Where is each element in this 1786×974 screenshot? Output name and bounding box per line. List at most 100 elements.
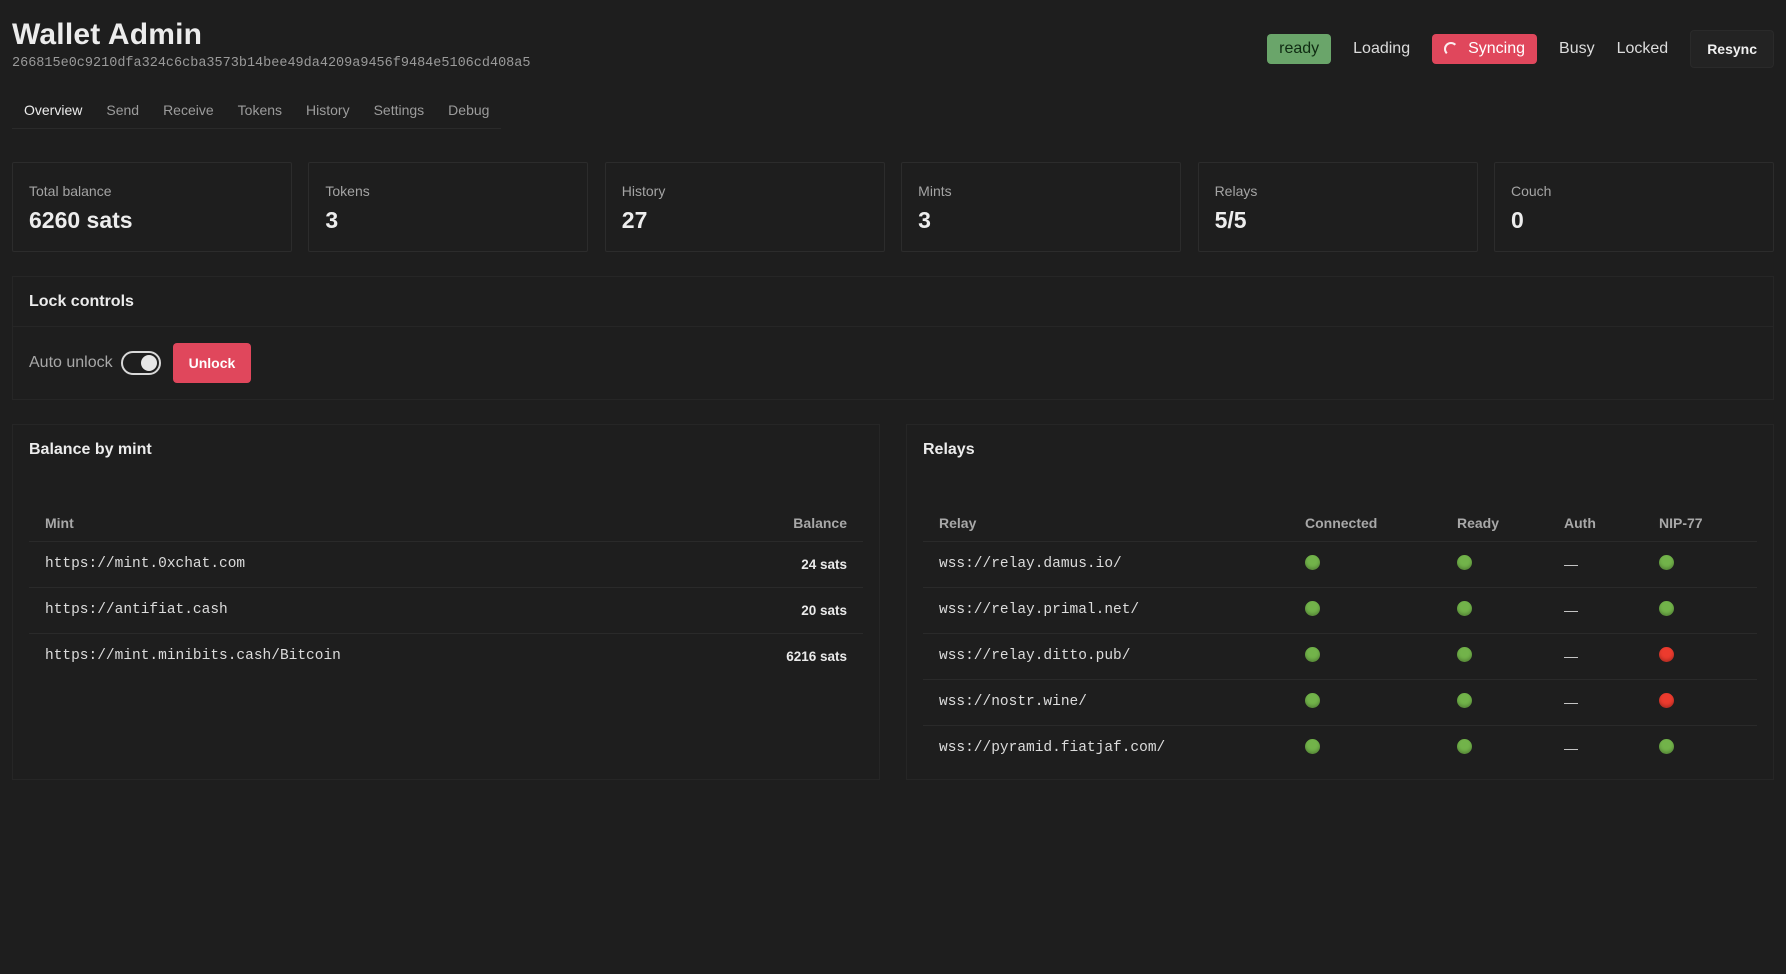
green-circle-icon bbox=[1305, 739, 1320, 755]
tab-receive[interactable]: Receive bbox=[151, 102, 226, 118]
stat-label: Total balance bbox=[29, 183, 112, 199]
relay-ready-cell bbox=[1441, 725, 1548, 771]
relay-url: wss://relay.ditto.pub/ bbox=[923, 633, 1289, 680]
column-header-connected: Connected bbox=[1289, 505, 1441, 542]
green-circle-icon bbox=[1659, 555, 1674, 570]
auto-unlock-toggle[interactable] bbox=[120, 351, 161, 375]
balance-by-mint-panel: Balance by mint Mint Balance https://min… bbox=[12, 424, 880, 780]
stat-card-mints: Mints 3 bbox=[901, 162, 1182, 252]
relay-connected-cell bbox=[1289, 679, 1441, 726]
balance-by-mint-title: Balance by mint bbox=[29, 441, 152, 458]
stat-card-total-balance: Total balance 6260 sats bbox=[12, 162, 292, 252]
relay-auth-cell: — bbox=[1564, 740, 1578, 757]
green-circle-icon bbox=[1457, 555, 1472, 570]
column-header-ready: Ready bbox=[1441, 505, 1548, 542]
relay-nip77-cell bbox=[1643, 679, 1757, 726]
stat-value: 3 bbox=[325, 207, 339, 233]
stat-value: 0 bbox=[1510, 207, 1524, 233]
mint-url: https://mint.0xchat.com bbox=[29, 541, 679, 588]
stat-label: Relays bbox=[1214, 183, 1258, 199]
stat-label: History bbox=[621, 183, 666, 199]
stat-value: 3 bbox=[918, 207, 931, 233]
auto-unlock-label: Auto unlock bbox=[29, 354, 113, 371]
table-row: wss://relay.primal.net/ — bbox=[923, 587, 1757, 634]
tab-bar: Overview Send Receive Tokens History Set… bbox=[12, 102, 502, 129]
relay-nip77-cell bbox=[1643, 633, 1757, 680]
relay-url: wss://relay.primal.net/ bbox=[923, 587, 1289, 634]
lock-controls-row: Auto unlock Unlock bbox=[13, 327, 1773, 399]
relay-auth-cell: — bbox=[1548, 541, 1643, 588]
spinner-icon bbox=[1444, 42, 1459, 56]
status-badge-syncing: Syncing bbox=[1432, 34, 1538, 64]
relays-panel: Relays Relay Connected Ready Auth NIP-77… bbox=[906, 424, 1774, 780]
green-circle-icon bbox=[1305, 693, 1320, 708]
relay-ready-cell bbox=[1441, 679, 1548, 726]
status-badge-ready: ready bbox=[1267, 34, 1332, 64]
relay-auth-cell: — bbox=[1548, 679, 1643, 726]
relay-ready-cell bbox=[1441, 633, 1548, 680]
table-row: https://antifiat.cash 20 sats bbox=[29, 587, 863, 634]
table-row: wss://nostr.wine/ — bbox=[923, 679, 1757, 726]
relay-ready-cell bbox=[1441, 541, 1548, 588]
column-header-balance: Balance bbox=[678, 505, 863, 542]
table-row: https://mint.0xchat.com 24 sats bbox=[29, 541, 863, 588]
relays-table: Relay Connected Ready Auth NIP-77 wss://… bbox=[923, 505, 1757, 771]
relay-connected-cell bbox=[1289, 587, 1441, 634]
green-circle-icon bbox=[1457, 601, 1472, 616]
relay-auth-cell: — bbox=[1548, 633, 1643, 680]
relay-url: wss://relay.damus.io/ bbox=[923, 541, 1289, 588]
status-bar: ready Loading Syncing Busy Locked Resync bbox=[1267, 30, 1774, 68]
stat-label: Tokens bbox=[325, 183, 370, 199]
mint-url: https://antifiat.cash bbox=[29, 587, 679, 634]
stat-card-history: History 27 bbox=[604, 162, 885, 252]
tab-debug[interactable]: Debug bbox=[436, 102, 501, 118]
tab-send[interactable]: Send bbox=[94, 102, 151, 118]
table-row: wss://relay.ditto.pub/ — bbox=[923, 633, 1757, 680]
tab-history[interactable]: History bbox=[294, 102, 362, 118]
green-circle-icon bbox=[1659, 739, 1674, 755]
stat-card-couch: Couch 0 bbox=[1493, 162, 1774, 252]
green-circle-icon bbox=[1659, 601, 1674, 616]
relay-url: wss://nostr.wine/ bbox=[923, 679, 1289, 726]
stat-label: Mints bbox=[918, 183, 952, 199]
resync-button[interactable]: Resync bbox=[1690, 30, 1774, 68]
relay-ready-cell bbox=[1441, 587, 1548, 634]
relay-nip77-cell bbox=[1643, 587, 1757, 634]
stat-value: 27 bbox=[621, 207, 648, 233]
relay-url: wss://pyramid.fiatjaf.com/ bbox=[939, 740, 1166, 757]
stat-card-relays: Relays 5/5 bbox=[1197, 162, 1478, 252]
page-title: Wallet Admin bbox=[12, 18, 203, 51]
green-circle-icon bbox=[1305, 555, 1320, 570]
status-badge-loading: Loading bbox=[1353, 40, 1411, 57]
mint-balance: 6216 sats bbox=[786, 648, 847, 664]
table-row: wss://relay.damus.io/ — bbox=[923, 541, 1757, 588]
tab-tokens[interactable]: Tokens bbox=[226, 102, 294, 118]
green-circle-icon bbox=[1457, 647, 1472, 662]
column-header-relay: Relay bbox=[923, 505, 1289, 542]
green-circle-icon bbox=[1305, 601, 1320, 616]
relay-connected-cell bbox=[1289, 541, 1441, 588]
relay-auth-cell: — bbox=[1548, 587, 1643, 634]
red-circle-icon bbox=[1659, 647, 1674, 662]
mint-balance: 24 sats bbox=[678, 541, 863, 588]
column-header-mint: Mint bbox=[29, 505, 679, 542]
status-badge-locked: Locked bbox=[1616, 40, 1669, 57]
stat-value: 5/5 bbox=[1214, 207, 1247, 233]
page-header: Wallet Admin 266815e0c9210dfa324c6cba357… bbox=[12, 18, 530, 71]
green-circle-icon bbox=[1457, 693, 1472, 708]
relays-title: Relays bbox=[923, 441, 975, 458]
red-circle-icon bbox=[1659, 693, 1674, 708]
green-circle-icon bbox=[1457, 739, 1472, 755]
tab-overview[interactable]: Overview bbox=[12, 102, 94, 118]
mint-table: Mint Balance https://mint.0xchat.com 24 … bbox=[29, 505, 863, 679]
stat-label: Couch bbox=[1510, 183, 1552, 199]
relay-nip77-cell bbox=[1643, 541, 1757, 588]
column-header-nip77: NIP-77 bbox=[1643, 505, 1757, 542]
syncing-label: Syncing bbox=[1468, 40, 1526, 57]
mint-url: https://mint.minibits.cash/Bitcoin bbox=[45, 648, 341, 665]
relay-connected-cell bbox=[1289, 633, 1441, 680]
wallet-pubkey: 266815e0c9210dfa324c6cba3573b14bee49da42… bbox=[12, 56, 531, 71]
table-row: wss://pyramid.fiatjaf.com/ — bbox=[923, 725, 1757, 771]
tab-settings[interactable]: Settings bbox=[362, 102, 437, 118]
unlock-button[interactable]: Unlock bbox=[172, 343, 252, 383]
